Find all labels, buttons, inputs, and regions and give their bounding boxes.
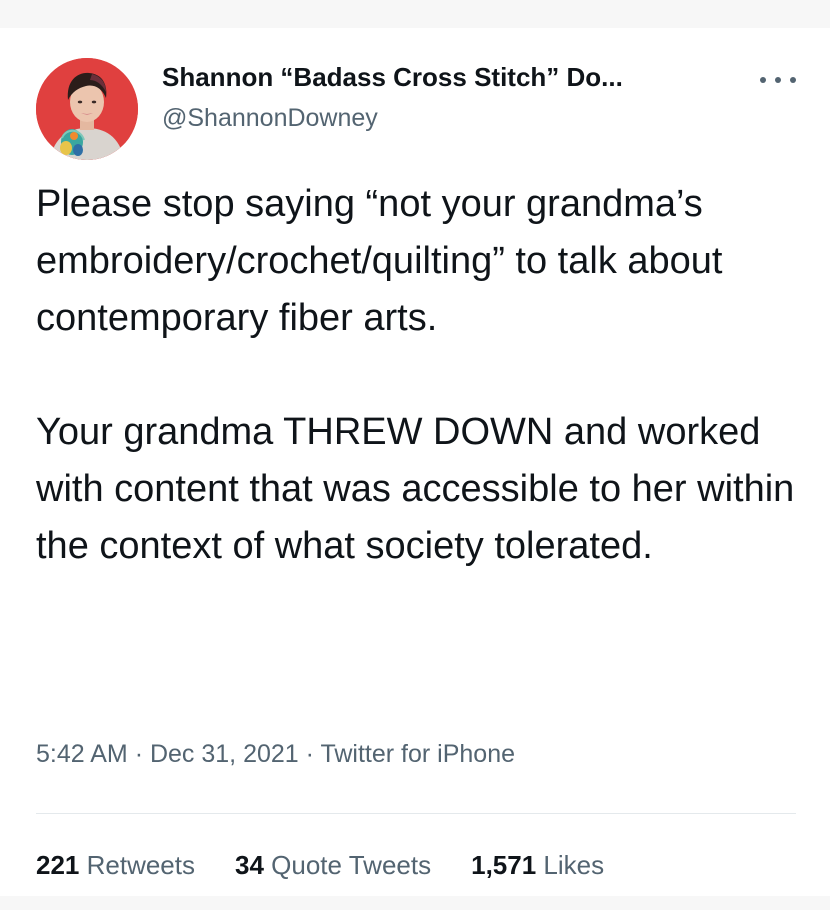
tweet-date[interactable]: Dec 31, 2021 xyxy=(150,740,299,768)
more-dot xyxy=(775,77,781,83)
bottom-strip xyxy=(0,896,830,910)
quote-tweets-count: 34 xyxy=(235,850,272,880)
avatar[interactable] xyxy=(36,58,138,160)
top-strip xyxy=(0,0,830,28)
retweets-stat[interactable]: 221 Retweets xyxy=(36,850,195,881)
tweet-meta: 5:42 AM · Dec 31, 2021 · Twitter for iPh… xyxy=(36,740,515,769)
more-horizontal-icon[interactable] xyxy=(760,70,796,90)
more-dot xyxy=(790,77,796,83)
author-handle[interactable]: @ShannonDowney xyxy=(162,104,378,133)
meta-separator: · xyxy=(305,740,321,768)
quote-tweets-stat[interactable]: 34 Quote Tweets xyxy=(235,850,431,881)
tweet-source[interactable]: Twitter for iPhone xyxy=(320,740,515,768)
likes-stat[interactable]: 1,571 Likes xyxy=(471,850,604,881)
more-dot xyxy=(760,77,766,83)
tweet-card: Shannon “Badass Cross Stitch” Do... @Sha… xyxy=(0,28,830,896)
likes-label: Likes xyxy=(543,850,605,880)
divider xyxy=(36,813,796,814)
avatar-photo xyxy=(36,58,138,160)
likes-count: 1,571 xyxy=(471,850,544,880)
tweet-text: Please stop saying “not your grandma’s e… xyxy=(36,176,806,575)
retweets-label: Retweets xyxy=(86,850,195,880)
tweet-paragraph: Your grandma THREW DOWN and worked with … xyxy=(36,411,795,567)
tweet-paragraph: Please stop saying “not your grandma’s e… xyxy=(36,183,723,339)
meta-separator: · xyxy=(134,740,150,768)
tweet-time[interactable]: 5:42 AM xyxy=(36,740,128,768)
author-display-name[interactable]: Shannon “Badass Cross Stitch” Do... xyxy=(162,62,623,93)
quote-tweets-label: Quote Tweets xyxy=(271,850,432,880)
retweets-count: 221 xyxy=(36,850,87,880)
tweet-stats: 221 Retweets 34 Quote Tweets 1,571 Likes xyxy=(36,850,644,881)
